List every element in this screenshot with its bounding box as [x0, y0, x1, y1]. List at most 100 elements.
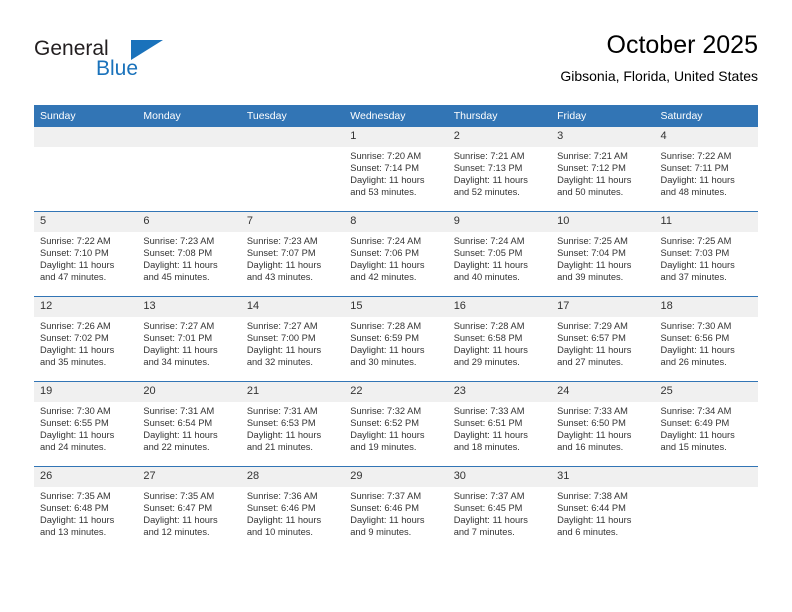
calendar-day-cell[interactable]: 26 Sunrise: 7:35 AM Sunset: 6:48 PM Dayligh…	[34, 466, 138, 551]
sunrise-text: Sunrise: 7:21 AM	[557, 151, 628, 161]
day-number: 30	[447, 467, 552, 487]
calendar-day-cell[interactable]: 2 Sunrise: 7:21 AM Sunset: 7:13 PM Daylight…	[447, 127, 552, 212]
day-number: 17	[551, 297, 655, 317]
daylight-text-line2: and 34 minutes.	[143, 357, 210, 368]
sunrise-text: Sunrise: 7:34 AM	[660, 406, 732, 416]
sunset-text: Sunset: 7:00 PM	[246, 333, 316, 344]
calendar-day-cell[interactable]: 6 Sunrise: 7:23 AM Sunset: 7:08 PM Daylight…	[137, 211, 241, 297]
daylight-text-line2: and 24 minutes.	[40, 442, 107, 453]
daylight-text-line1: Daylight: 11 hours	[557, 430, 632, 441]
daylight-text-line2: and 26 minutes.	[660, 357, 727, 368]
daylight-text-line2: and 45 minutes.	[143, 272, 210, 283]
calendar-day-cell[interactable]: 24 Sunrise: 7:33 AM Sunset: 6:50 PM Dayligh…	[551, 381, 655, 467]
daylight-text-line2: and 19 minutes.	[350, 442, 417, 453]
calendar-day-cell[interactable]: 20 Sunrise: 7:31 AM Sunset: 6:54 PM Dayligh…	[137, 381, 241, 467]
day-details: Sunrise: 7:31 AM Sunset: 6:53 PM Daylight:…	[241, 402, 344, 453]
sunset-text: Sunset: 6:53 PM	[246, 418, 316, 429]
calendar-day-cell[interactable]: 19 Sunrise: 7:30 AM Sunset: 6:55 PM Dayligh…	[34, 381, 138, 467]
daylight-text-line2: and 50 minutes.	[557, 187, 624, 198]
sunset-text: Sunset: 6:46 PM	[350, 503, 419, 514]
daylight-text-line1: Daylight: 11 hours	[660, 345, 735, 356]
daylight-text-line2: and 35 minutes.	[40, 357, 107, 368]
calendar-day-cell[interactable]: 29 Sunrise: 7:37 AM Sunset: 6:46 PM Dayligh…	[344, 466, 448, 551]
calendar-day-cell[interactable]: 17 Sunrise: 7:29 AM Sunset: 6:57 PM Dayligh…	[551, 296, 655, 382]
sunrise-text: Sunrise: 7:37 AM	[350, 491, 422, 501]
calendar-day-cell[interactable]: 18 Sunrise: 7:30 AM Sunset: 6:56 PM Dayligh…	[654, 296, 758, 382]
calendar-day-cell[interactable]: 10 Sunrise: 7:25 AM Sunset: 7:04 PM Dayligh…	[551, 211, 655, 297]
daylight-text-line2: and 30 minutes.	[350, 357, 417, 368]
day-number: 13	[137, 297, 241, 317]
calendar-cell-empty	[137, 127, 241, 212]
calendar-day-cell[interactable]: 14 Sunrise: 7:27 AM Sunset: 7:00 PM Dayligh…	[240, 296, 345, 382]
calendar-day-cell[interactable]: 23 Sunrise: 7:33 AM Sunset: 6:51 PM Dayligh…	[447, 381, 552, 467]
sunset-text: Sunset: 7:05 PM	[453, 248, 523, 259]
weekday-header-tuesday: Tuesday	[240, 105, 345, 127]
daylight-text-line2: and 18 minutes.	[453, 442, 520, 453]
general-blue-logo[interactable]: General Blue	[34, 38, 234, 88]
daylight-text-line1: Daylight: 11 hours	[246, 345, 322, 356]
daylight-text-line2: and 16 minutes.	[557, 442, 624, 453]
day-details: Sunrise: 7:33 AM Sunset: 6:51 PM Daylight:…	[448, 402, 551, 453]
sunset-text: Sunset: 6:51 PM	[453, 418, 523, 429]
calendar-cell-empty	[34, 127, 138, 212]
daylight-text-line1: Daylight: 11 hours	[143, 345, 218, 356]
calendar-day-cell[interactable]: 22 Sunrise: 7:32 AM Sunset: 6:52 PM Dayligh…	[344, 381, 448, 467]
calendar-day-cell[interactable]: 25 Sunrise: 7:34 AM Sunset: 6:49 PM Dayligh…	[654, 381, 758, 467]
calendar-day-cell[interactable]: 13 Sunrise: 7:27 AM Sunset: 7:01 PM Dayligh…	[137, 296, 241, 382]
sunset-text: Sunset: 6:52 PM	[350, 418, 419, 429]
sunrise-text: Sunrise: 7:22 AM	[40, 236, 111, 246]
day-number: 20	[137, 382, 241, 402]
day-details: Sunrise: 7:20 AM Sunset: 7:14 PM Daylight:…	[344, 147, 447, 198]
daylight-text-line2: and 6 minutes.	[557, 527, 619, 538]
calendar-day-cell[interactable]: 9 Sunrise: 7:24 AM Sunset: 7:05 PM Daylight…	[447, 211, 552, 297]
calendar-day-cell[interactable]: 12 Sunrise: 7:26 AM Sunset: 7:02 PM Dayligh…	[34, 296, 138, 382]
calendar-day-cell[interactable]: 31 Sunrise: 7:38 AM Sunset: 6:44 PM Dayligh…	[551, 466, 655, 551]
day-number: 11	[654, 212, 758, 232]
daylight-text-line2: and 27 minutes.	[557, 357, 624, 368]
day-details: Sunrise: 7:24 AM Sunset: 7:05 PM Daylight:…	[448, 232, 551, 283]
calendar-day-cell[interactable]: 30 Sunrise: 7:37 AM Sunset: 6:45 PM Dayligh…	[447, 466, 552, 551]
sunset-text: Sunset: 6:49 PM	[660, 418, 730, 429]
calendar-day-cell[interactable]: 11 Sunrise: 7:25 AM Sunset: 7:03 PM Dayligh…	[654, 211, 758, 297]
sunrise-text: Sunrise: 7:37 AM	[453, 491, 525, 501]
daylight-text-line1: Daylight: 11 hours	[350, 345, 425, 356]
calendar-grid: Sunday Monday Tuesday Wednesday Thursday…	[34, 105, 758, 551]
day-number: 9	[447, 212, 552, 232]
weekday-header-sunday: Sunday	[34, 105, 138, 127]
calendar-day-cell[interactable]: 15 Sunrise: 7:28 AM Sunset: 6:59 PM Dayligh…	[344, 296, 448, 382]
sunset-text: Sunset: 6:46 PM	[246, 503, 316, 514]
daylight-text-line2: and 47 minutes.	[40, 272, 107, 283]
calendar-day-cell[interactable]: 4 Sunrise: 7:22 AM Sunset: 7:11 PM Daylight…	[654, 127, 758, 212]
sunrise-text: Sunrise: 7:28 AM	[453, 321, 525, 331]
daylight-text-line1: Daylight: 11 hours	[557, 260, 632, 271]
sunrise-text: Sunrise: 7:31 AM	[143, 406, 215, 416]
day-details: Sunrise: 7:27 AM Sunset: 7:01 PM Daylight:…	[137, 317, 240, 368]
calendar-cell-empty	[240, 127, 345, 212]
sunrise-text: Sunrise: 7:27 AM	[246, 321, 318, 331]
calendar-day-cell[interactable]: 28 Sunrise: 7:36 AM Sunset: 6:46 PM Dayligh…	[240, 466, 345, 551]
sunset-text: Sunset: 7:13 PM	[453, 163, 523, 174]
sunrise-text: Sunrise: 7:27 AM	[143, 321, 215, 331]
page-header: General Blue October 2025 Gibsonia, Flor…	[34, 30, 758, 100]
sunrise-text: Sunrise: 7:26 AM	[40, 321, 111, 331]
sunrise-text: Sunrise: 7:24 AM	[453, 236, 525, 246]
daylight-text-line1: Daylight: 11 hours	[40, 515, 115, 526]
calendar-day-cell[interactable]: 1 Sunrise: 7:20 AM Sunset: 7:14 PM Daylight…	[344, 127, 448, 212]
calendar-day-cell[interactable]: 7 Sunrise: 7:23 AM Sunset: 7:07 PM Daylight…	[240, 211, 345, 297]
calendar-day-cell[interactable]: 21 Sunrise: 7:31 AM Sunset: 6:53 PM Dayligh…	[240, 381, 345, 467]
daylight-text-line2: and 52 minutes.	[453, 187, 520, 198]
calendar-day-cell[interactable]: 16 Sunrise: 7:28 AM Sunset: 6:58 PM Dayligh…	[447, 296, 552, 382]
sunset-text: Sunset: 6:59 PM	[350, 333, 419, 344]
calendar-day-cell[interactable]: 5 Sunrise: 7:22 AM Sunset: 7:10 PM Daylight…	[34, 211, 138, 297]
calendar-day-cell[interactable]: 27 Sunrise: 7:35 AM Sunset: 6:47 PM Dayligh…	[137, 466, 241, 551]
daylight-text-line1: Daylight: 11 hours	[660, 260, 735, 271]
calendar-day-cell[interactable]: 3 Sunrise: 7:21 AM Sunset: 7:12 PM Daylight…	[551, 127, 655, 212]
day-number: 22	[344, 382, 448, 402]
sunrise-text: Sunrise: 7:30 AM	[40, 406, 111, 416]
day-number: 12	[34, 297, 138, 317]
sunrise-text: Sunrise: 7:28 AM	[350, 321, 422, 331]
day-number: 18	[654, 297, 758, 317]
calendar-day-cell[interactable]: 8 Sunrise: 7:24 AM Sunset: 7:06 PM Daylight…	[344, 211, 448, 297]
daylight-text-line1: Daylight: 11 hours	[40, 260, 115, 271]
day-details: Sunrise: 7:22 AM Sunset: 7:10 PM Daylight:…	[34, 232, 137, 283]
